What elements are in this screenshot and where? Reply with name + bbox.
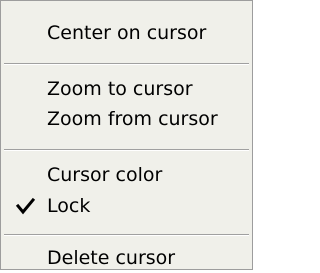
menu-item-lock[interactable]: Lock — [1, 191, 252, 221]
menu-item-label: Lock — [47, 195, 91, 217]
menu-item-zoom-from-cursor[interactable]: Zoom from cursor — [1, 104, 252, 134]
menu-item-label: Delete cursor — [47, 247, 176, 269]
context-menu: Center on cursor Zoom to cursor Zoom fro… — [0, 0, 253, 270]
menu-item-label: Cursor color — [47, 164, 163, 186]
menu-item-center-on-cursor[interactable]: Center on cursor — [1, 18, 252, 48]
menu-separator — [4, 149, 249, 151]
menu-item-zoom-to-cursor[interactable]: Zoom to cursor — [1, 74, 252, 104]
menu-separator — [4, 234, 249, 236]
menu-item-label: Zoom to cursor — [47, 78, 193, 100]
menu-item-label: Zoom from cursor — [47, 108, 218, 130]
checkmark-icon — [15, 191, 41, 221]
menu-separator — [4, 63, 249, 65]
menu-item-cursor-color[interactable]: Cursor color — [1, 160, 252, 190]
menu-item-delete-cursor[interactable]: Delete cursor — [1, 243, 252, 273]
menu-item-label: Center on cursor — [47, 22, 207, 44]
